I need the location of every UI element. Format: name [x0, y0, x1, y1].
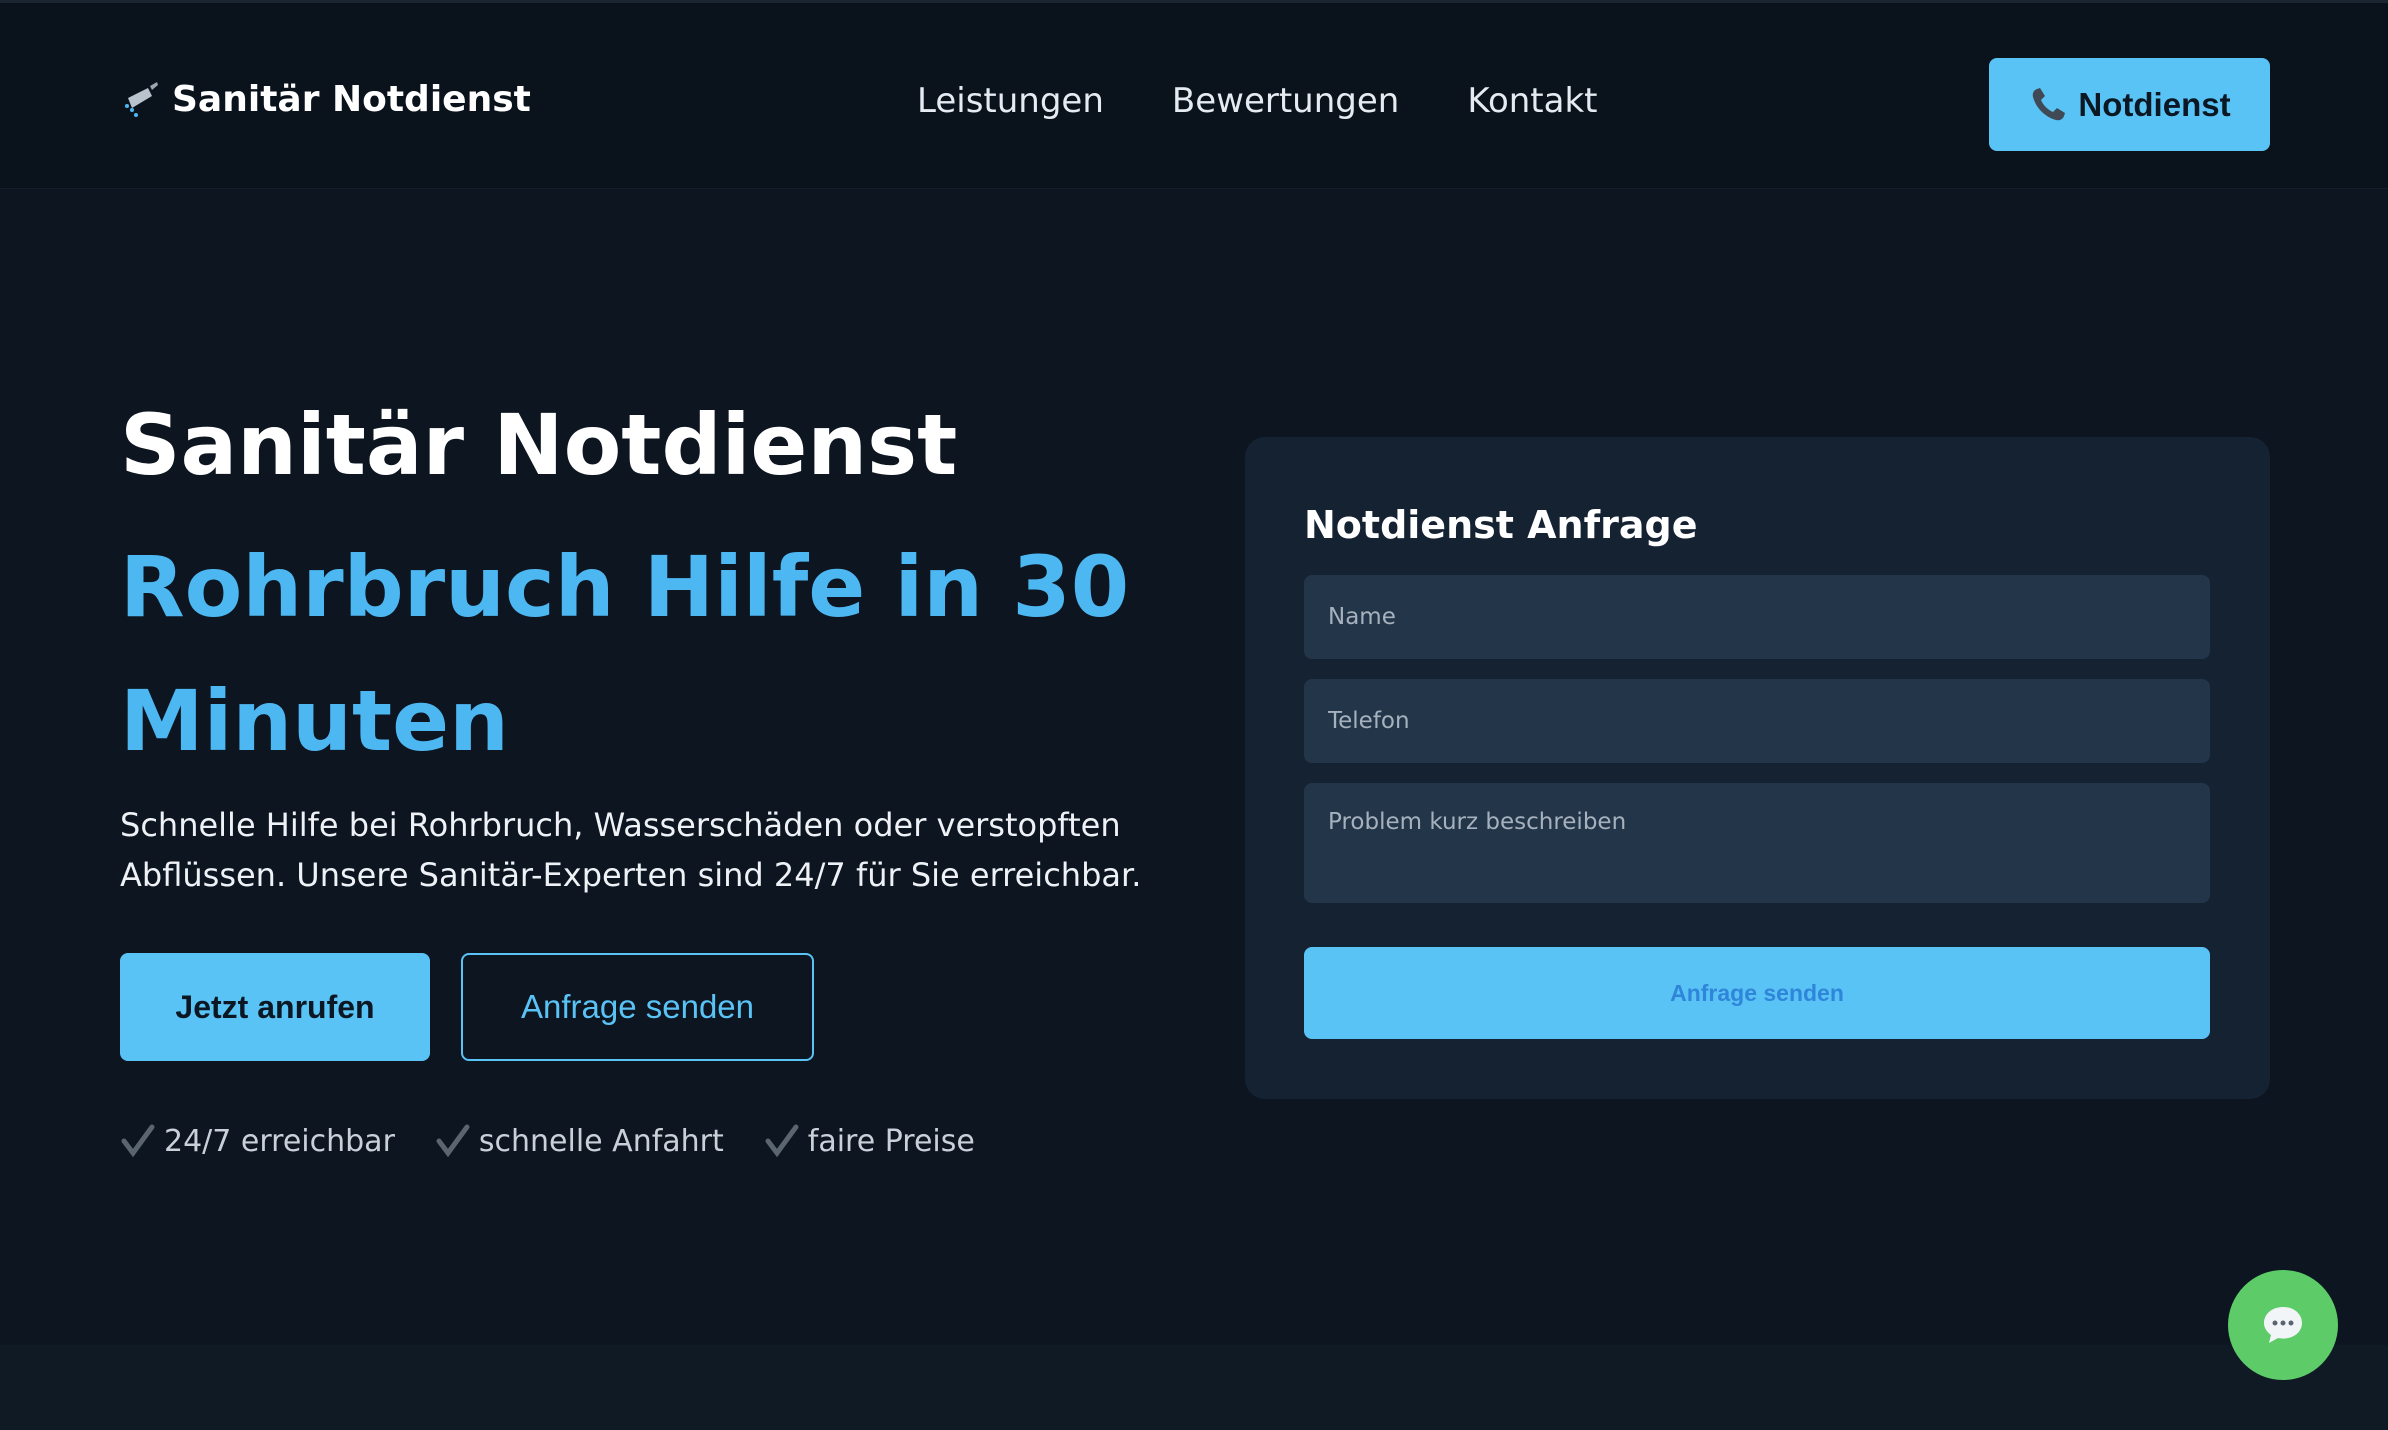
- feature-item: schnelle Anfahrt: [435, 1123, 724, 1159]
- navbar: Sanitär Notdienst Leistungen Bewertungen…: [0, 3, 2388, 189]
- check-icon: [765, 1124, 799, 1158]
- feature-label: 24/7 erreichbar: [164, 1123, 395, 1159]
- nav-link-leistungen[interactable]: Leistungen: [917, 81, 1104, 121]
- brand-logo[interactable]: Sanitär Notdienst: [120, 79, 531, 120]
- next-section: [0, 1345, 2388, 1430]
- feature-list: 24/7 erreichbar schnelle Anfahrt faire P…: [120, 1123, 975, 1159]
- hero-title: Sanitär Notdienst: [120, 396, 958, 494]
- notdienst-button[interactable]: Notdienst: [1989, 58, 2270, 151]
- form-submit-button[interactable]: Anfrage senden: [1304, 947, 2210, 1039]
- call-now-button[interactable]: Jetzt anrufen: [120, 953, 430, 1061]
- form-title: Notdienst Anfrage: [1304, 503, 1698, 547]
- request-form-card: Notdienst Anfrage Anfrage senden: [1245, 437, 2270, 1099]
- feature-item: 24/7 erreichbar: [120, 1123, 395, 1159]
- nav-link-kontakt[interactable]: Kontakt: [1467, 81, 1597, 121]
- name-input[interactable]: [1304, 575, 2210, 659]
- problem-textarea[interactable]: [1304, 783, 2210, 903]
- send-request-button[interactable]: Anfrage senden: [461, 953, 814, 1061]
- nav-link-bewertungen[interactable]: Bewertungen: [1172, 81, 1399, 121]
- notdienst-button-label: Notdienst: [2078, 85, 2231, 123]
- hero-lead: Schnelle Hilfe bei Rohrbruch, Wasserschä…: [120, 806, 1142, 894]
- phone-input[interactable]: [1304, 679, 2210, 763]
- brand-name: Sanitär Notdienst: [172, 79, 531, 120]
- shower-head-icon: [125, 81, 158, 117]
- feature-item: faire Preise: [764, 1123, 975, 1159]
- feature-label: faire Preise: [807, 1123, 975, 1159]
- check-icon: [121, 1124, 155, 1158]
- chat-button[interactable]: [2228, 1270, 2338, 1380]
- main-menu: Leistungen Bewertungen Kontakt: [917, 81, 1597, 121]
- chat-bubble-icon: [2264, 1307, 2302, 1343]
- check-icon: [436, 1124, 470, 1158]
- hero-subtitle: Rohrbruch Hilfe in 30 Minuten: [120, 538, 1130, 770]
- feature-label: schnelle Anfahrt: [478, 1123, 724, 1159]
- phone-icon: [2033, 87, 2066, 120]
